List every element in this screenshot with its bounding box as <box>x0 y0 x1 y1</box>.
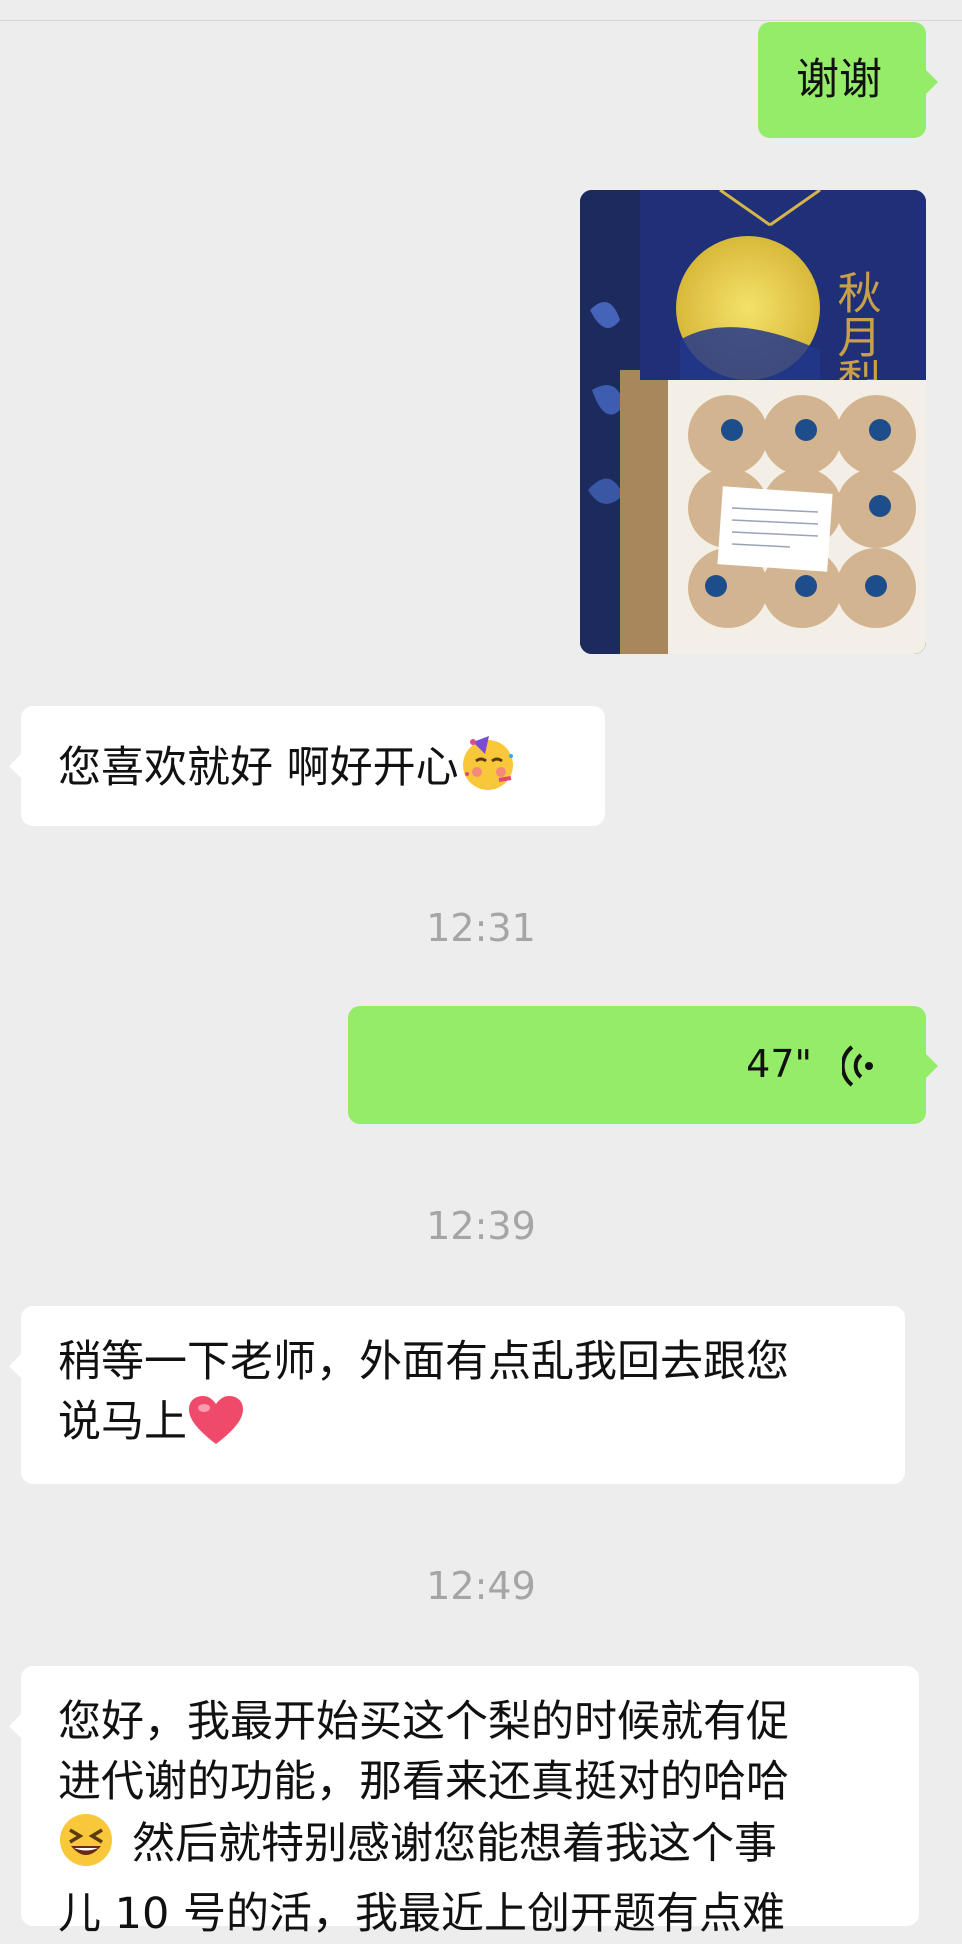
message-bubble-outgoing[interactable]: 谢谢 <box>758 22 938 138</box>
voice-duration: 47" <box>746 1042 812 1086</box>
message-line: 然后就特别感谢您能想着我这个事 <box>132 1819 777 1869</box>
voice-message-bubble[interactable]: 47" <box>348 1006 938 1124</box>
timestamp: 12:39 <box>426 1204 536 1248</box>
message-bubble-incoming[interactable]: 稍等一下老师，外面有点乱我回去跟您 说马上 <box>9 1306 905 1484</box>
message-text: 您喜欢就好 啊好开心 <box>58 743 459 793</box>
message-line: 儿 10 号的活，我最近上创开题有点难 <box>58 1889 786 1939</box>
photo-message[interactable]: 秋月梨 <box>580 190 926 654</box>
voice-wave-icon <box>840 1044 876 1104</box>
message-text: 谢谢 <box>796 55 882 105</box>
message-line: 稍等一下老师，外面有点乱我回去跟您 <box>58 1337 789 1387</box>
message-bubble-incoming[interactable]: 您喜欢就好 啊好开心 <box>9 706 605 826</box>
top-divider <box>0 20 962 21</box>
heart-emoji <box>187 1394 245 1462</box>
timestamp: 12:31 <box>426 906 536 950</box>
laughing-emoji <box>58 1812 114 1884</box>
party-face-emoji <box>459 734 517 808</box>
timestamp: 12:49 <box>426 1564 536 1608</box>
gift-box-photo: 秋月梨 <box>580 190 926 654</box>
message-line: 您好，我最开始买这个梨的时候就有促 <box>58 1697 789 1747</box>
message-line: 说马上 <box>58 1397 187 1447</box>
message-line: 进代谢的功能，那看来还真挺对的哈哈 <box>58 1757 789 1807</box>
message-bubble-incoming[interactable]: 您好，我最开始买这个梨的时候就有促 进代谢的功能，那看来还真挺对的哈哈 然后就特… <box>9 1666 919 1939</box>
